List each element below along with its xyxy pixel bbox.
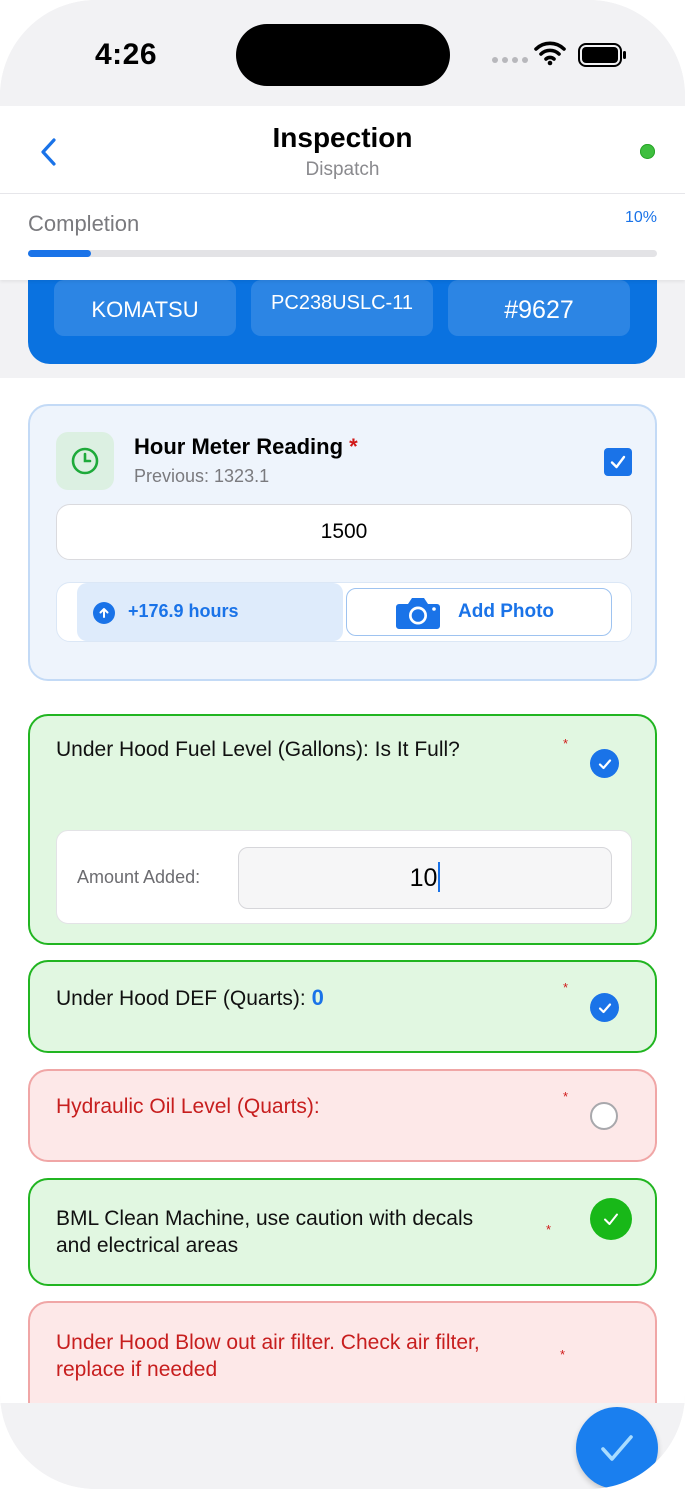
question-line-2: and electrical areas: [56, 1234, 239, 1257]
question-def[interactable]: Under Hood DEF (Quarts): 0 *: [28, 960, 657, 1053]
page-title: Inspection: [272, 122, 413, 153]
camera-icon: [396, 598, 440, 629]
inspection-content[interactable]: KOMATSU PC238USLC-11 #9627 Hour Meter Re…: [0, 280, 685, 1403]
required-mark: *: [563, 1089, 569, 1104]
def-value: 0: [311, 985, 324, 1010]
battery-icon: [578, 43, 626, 67]
completion-percent: 10%: [624, 209, 657, 226]
amount-added-label: Amount Added:: [77, 867, 201, 887]
question-text: BML Clean Machine, use caution with deca…: [56, 1205, 473, 1259]
submit-check-icon: [601, 1435, 633, 1461]
hours-delta: +176.9 hours: [77, 583, 343, 641]
required-mark: *: [563, 980, 569, 995]
required-mark: *: [563, 736, 569, 751]
question-clean-machine[interactable]: BML Clean Machine, use caution with deca…: [28, 1178, 657, 1286]
question-text: Hydraulic Oil Level (Quarts):: [56, 1095, 320, 1118]
question-line-1: BML Clean Machine, use caution with deca…: [56, 1207, 474, 1230]
question-air-filter[interactable]: Under Hood Blow out air filter. Check ai…: [28, 1301, 657, 1403]
equipment-unit-value: #9627: [504, 296, 574, 324]
question-label: Under Hood DEF (Quarts):: [56, 987, 306, 1010]
add-photo-label: Add Photo: [458, 601, 555, 622]
equipment-model: PC238USLC-11: [251, 280, 433, 336]
question-line-2: replace if needed: [56, 1358, 218, 1381]
dynamic-island: [236, 24, 450, 86]
hour-meter-title: Hour Meter Reading *: [134, 434, 358, 460]
status-time: 4:26: [95, 38, 158, 71]
cellular-signal-icon: [492, 57, 528, 63]
hour-meter-title-text: Hour Meter Reading: [134, 434, 344, 459]
hour-meter-input[interactable]: 1500: [56, 504, 632, 560]
hours-delta-text: +176.9 hours: [128, 601, 239, 621]
required-mark: *: [349, 434, 358, 459]
submit-button[interactable]: [576, 1407, 658, 1489]
question-line-1: Under Hood Blow out air filter. Check ai…: [56, 1331, 480, 1354]
checkmark-icon[interactable]: [590, 993, 619, 1022]
amount-added-value: 10: [409, 864, 438, 892]
page-subtitle: Dispatch: [305, 159, 380, 180]
add-photo-button[interactable]: Add Photo: [346, 588, 612, 636]
text-caret: [438, 861, 441, 892]
radio-empty-icon[interactable]: [590, 1102, 618, 1130]
equipment-model-value: PC238USLC-11: [271, 292, 413, 314]
equipment-unit: #9627: [448, 280, 630, 336]
equipment-card: KOMATSU PC238USLC-11 #9627: [28, 280, 657, 364]
question-hydraulic-oil[interactable]: Hydraulic Oil Level (Quarts): *: [28, 1069, 657, 1162]
hour-meter-card: Hour Meter Reading * Previous: 1323.1 15…: [28, 404, 657, 681]
equipment-make-value: KOMATSU: [91, 297, 199, 322]
phone-screen: 4:26 Inspection Dispatch Completion 10%: [0, 0, 685, 1489]
clock-icon: [56, 432, 114, 490]
completion-label: Completion: [28, 211, 140, 236]
sync-status-icon: [640, 144, 655, 159]
amount-added-input[interactable]: 10: [238, 847, 612, 909]
checkbox-icon[interactable]: [604, 448, 632, 476]
progress-track: [28, 250, 657, 257]
arrow-up-icon: [93, 602, 115, 624]
progress-fill: [28, 250, 91, 257]
checkmark-icon[interactable]: [590, 749, 619, 778]
hour-meter-actions: +176.9 hours Add Photo: [56, 582, 632, 642]
status-bar: 4:26: [0, 0, 685, 106]
equipment-band: KOMATSU PC238USLC-11 #9627: [0, 280, 685, 378]
nav-header: Inspection Dispatch: [0, 106, 685, 194]
wifi-icon: [534, 41, 566, 66]
question-text: Under Hood DEF (Quarts): 0: [56, 984, 324, 1012]
question-fuel-level[interactable]: Under Hood Fuel Level (Gallons): Is It F…: [28, 714, 657, 945]
question-text: Under Hood Blow out air filter. Check ai…: [56, 1329, 480, 1383]
equipment-make: KOMATSU: [54, 280, 236, 336]
amount-added-row: Amount Added: 10: [56, 830, 632, 924]
required-mark: *: [546, 1222, 552, 1237]
checkmark-icon[interactable]: [590, 1198, 632, 1240]
completion-bar: Completion 10%: [0, 194, 685, 280]
question-text: Under Hood Fuel Level (Gallons): Is It F…: [56, 738, 460, 761]
required-mark: *: [560, 1347, 566, 1362]
previous-reading: Previous: 1323.1: [134, 466, 270, 486]
